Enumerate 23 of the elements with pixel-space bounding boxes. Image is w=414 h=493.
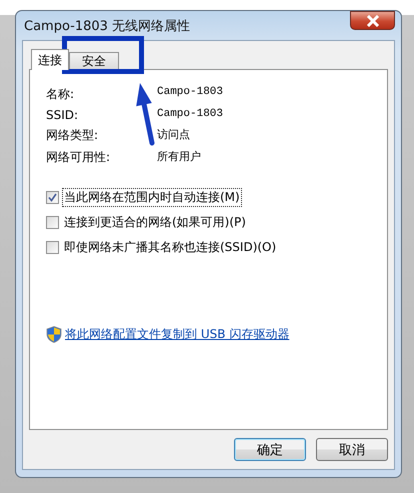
property-value: 所有用户	[157, 150, 202, 166]
property-label: 网络类型:	[46, 127, 100, 144]
checkbox-label[interactable]: 当此网络在范围内时自动连接(M)	[62, 188, 242, 207]
property-label: 网络可用性:	[46, 149, 112, 166]
property-label: 名称:	[46, 86, 76, 103]
checkbox-label[interactable]: 连接到更适合的网络(如果可用)(P)	[62, 213, 248, 232]
close-button[interactable]	[350, 11, 395, 30]
property-value: Campo-1803	[157, 86, 224, 100]
close-icon	[366, 14, 380, 26]
shield-icon	[46, 326, 62, 343]
tab[interactable]: 安全	[69, 52, 119, 69]
dialog-button[interactable]: 确定	[234, 438, 306, 461]
property-value: 访问点	[157, 128, 191, 144]
window-title: Campo-1803 无线网络属性	[23, 18, 190, 34]
property-value: Campo-1803	[157, 108, 224, 122]
dialog-button[interactable]: 取消	[316, 438, 388, 461]
checkbox[interactable]	[46, 191, 59, 204]
checkbox[interactable]	[46, 241, 59, 254]
property-label: SSID:	[46, 108, 80, 122]
tab[interactable]: 连接	[31, 49, 69, 70]
copy-profile-link[interactable]: 将此网络配置文件复制到 USB 闪存驱动器	[65, 326, 290, 343]
checkbox[interactable]	[46, 216, 59, 229]
checkbox-label[interactable]: 即使网络未广播其名称也连接(SSID)(O)	[62, 238, 278, 257]
